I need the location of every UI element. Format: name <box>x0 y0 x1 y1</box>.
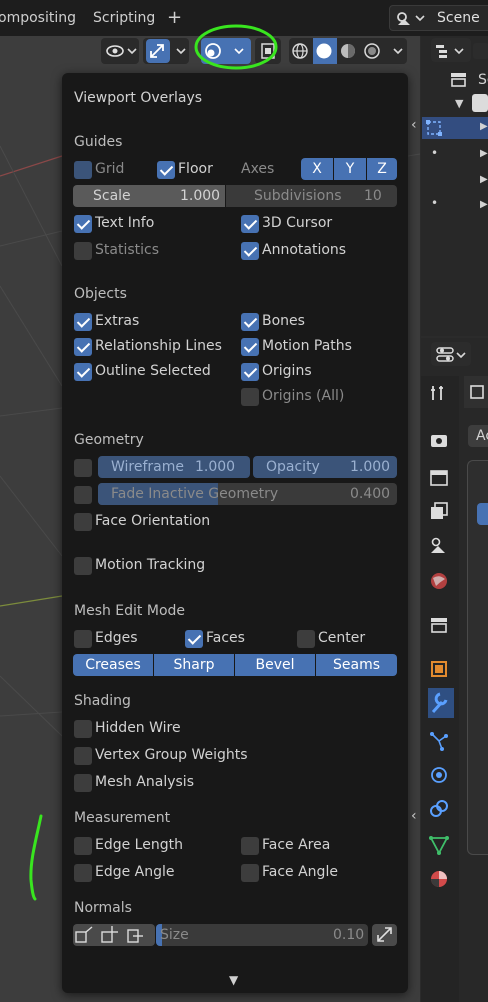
collapse-arrow-icon[interactable]: ‹ <box>411 808 417 824</box>
view-layer-icon[interactable] <box>431 502 448 519</box>
annotation-circle <box>194 24 278 70</box>
scene-props-icon[interactable] <box>431 537 445 554</box>
properties-active-partial[interactable]: Ac <box>476 428 488 444</box>
constraints-icon[interactable] <box>430 800 448 817</box>
outliner-icons <box>436 43 488 59</box>
modifier-icon[interactable] <box>428 688 454 718</box>
annotation-overlay <box>29 24 278 901</box>
object-selected-icon <box>426 120 442 136</box>
collection-icon <box>451 73 466 87</box>
render-icon[interactable] <box>431 435 447 447</box>
material-icon[interactable] <box>431 871 447 887</box>
pin-icon[interactable] <box>468 383 488 401</box>
world-icon[interactable] <box>431 573 447 589</box>
object-icon[interactable] <box>431 661 447 677</box>
output-icon[interactable] <box>430 470 448 486</box>
collapse-arrow-icon[interactable]: ‹ <box>411 117 417 133</box>
filter-icon[interactable] <box>473 43 488 59</box>
outliner-row-dot: • <box>431 196 439 210</box>
particles-icon[interactable] <box>430 732 448 751</box>
collection-props-icon[interactable] <box>431 618 447 633</box>
collection-row[interactable] <box>472 94 488 112</box>
expand-arrow-icon[interactable]: ▼ <box>455 97 463 110</box>
outliner-view-icon <box>436 45 447 58</box>
tool-icon[interactable] <box>431 386 443 400</box>
outliner-scene-item[interactable]: Sc <box>478 72 488 88</box>
data-icon[interactable] <box>429 836 449 855</box>
annotation-stroke <box>29 814 43 901</box>
properties-editor-icon <box>436 347 466 362</box>
properties-tab-icons <box>428 386 454 887</box>
outliner-row-dot: • <box>431 146 439 160</box>
physics-icon[interactable] <box>431 767 447 783</box>
